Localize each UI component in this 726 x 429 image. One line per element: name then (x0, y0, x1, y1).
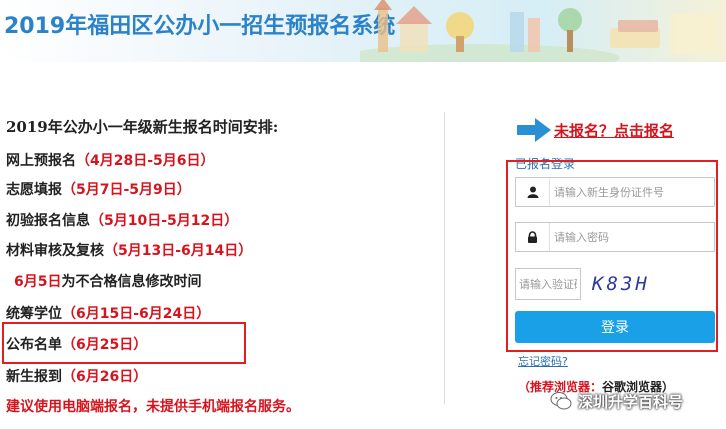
watermark-text: 深圳升学百科号 (578, 392, 684, 411)
schedule-row-report: 新生报到（6月26日） (6, 366, 147, 386)
wechat-icon (550, 392, 572, 410)
schedule-row-preference: 志愿填报（5月7日-5月9日） (6, 179, 191, 199)
register-link[interactable]: 未报名？点击报名 (554, 120, 674, 141)
schedule-row-date: （6月15日-6月24日） (62, 306, 211, 322)
desktop-notice: 建议使用电脑端报名，未提供手机端报名服务。 (6, 399, 300, 415)
id-number-field (515, 177, 715, 207)
password-field (515, 222, 715, 252)
header-banner: 2019年福田区公办小一招生预报名系统 (0, 0, 726, 62)
schedule-row-correction: 6月5日为不合格信息修改时间 (14, 271, 201, 291)
schedule-row-label: 网上预报名 (6, 153, 76, 169)
lock-icon (516, 223, 550, 251)
schedule-row-label: 志愿填报 (6, 182, 62, 198)
user-icon (516, 178, 550, 206)
schedule-row-material-review: 材料审核及复核（5月13日-6月14日） (6, 240, 252, 260)
schedule-row-online-registration: 网上预报名（4月28日-5月6日） (6, 150, 215, 170)
schedule-row-allocation: 统筹学位（6月15日-6月24日） (6, 303, 210, 323)
schedule-row-label: 材料审核及复核 (6, 243, 104, 259)
password-input[interactable] (550, 224, 714, 250)
schedule-row-initial-check: 初验报名信息（5月10日-5月12日） (6, 210, 238, 230)
right-arrow-icon (517, 118, 551, 142)
forgot-password-link[interactable]: 忘记密码? (518, 353, 568, 369)
publish-list-highlight (2, 322, 246, 364)
schedule-row-date: （4月28日-5月6日） (76, 153, 215, 169)
schedule-title: 2019年公办小一年级新生报名时间安排: (6, 118, 279, 136)
column-divider (444, 112, 445, 404)
schedule-row-label: 新生报到 (6, 369, 62, 385)
schedule-row-date: 6月5日 (14, 274, 62, 290)
schedule-row-label: 为不合格信息修改时间 (61, 274, 202, 290)
schedule-row-date: （5月7日-5月9日） (62, 182, 191, 198)
schedule-row-date: （5月13日-6月14日） (104, 243, 253, 259)
id-number-input[interactable] (550, 179, 714, 205)
watermark: 深圳升学百科号 (550, 386, 726, 416)
schedule-row-date: （5月10日-5月12日） (90, 213, 239, 229)
schedule-row-label: 初验报名信息 (6, 213, 90, 229)
login-button[interactable]: 登录 (515, 311, 715, 343)
schedule-row-date: （6月26日） (62, 369, 148, 385)
page-title: 2019年福田区公办小一招生预报名系统 (4, 14, 396, 39)
captcha-input[interactable] (515, 268, 581, 300)
header-illustration (360, 0, 718, 62)
schedule-row-label: 统筹学位 (6, 306, 62, 322)
captcha-image[interactable]: K83H (592, 270, 662, 298)
